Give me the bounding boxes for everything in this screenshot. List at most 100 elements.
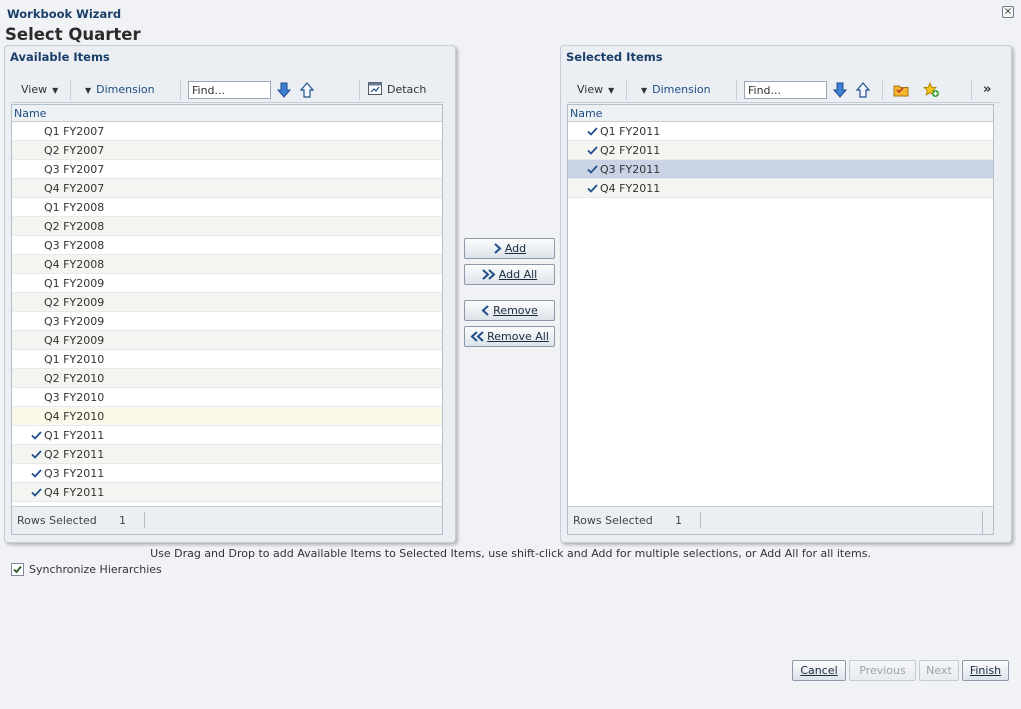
cancel-button[interactable]: Cancel — [792, 660, 846, 681]
previous-button[interactable]: Previous — [849, 660, 916, 681]
list-item[interactable]: Q1 FY2010 — [12, 350, 442, 369]
list-item[interactable]: Q1 FY2011 — [12, 426, 442, 445]
list-item-label: Q2 FY2011 — [44, 448, 105, 461]
list-item-label: Q1 FY2011 — [600, 125, 661, 138]
remove-button-label: Remove — [493, 304, 538, 317]
remove-all-button-label: Remove All — [487, 330, 549, 343]
remove-all-button[interactable]: Remove All — [464, 326, 555, 347]
toolbar-separator — [971, 80, 972, 100]
list-item-label: Q3 FY2009 — [44, 315, 105, 328]
selected-table-footer: Rows Selected 1 — [568, 506, 993, 534]
list-item[interactable]: Q3 FY2007 — [12, 160, 442, 179]
list-item[interactable]: Q4 FY2009 — [12, 331, 442, 350]
view-menu-label: View — [21, 83, 48, 96]
view-menu[interactable]: View ▼ — [21, 77, 58, 103]
list-item[interactable]: Q4 FY2010 — [12, 407, 442, 426]
selected-toolbar: View ▼ ▼ Dimension » — [567, 77, 999, 103]
list-item[interactable]: Q4 FY2011 — [12, 483, 442, 502]
checkmark-icon — [31, 469, 42, 478]
rows-selected-count: 1 — [675, 514, 682, 527]
dimension-menu[interactable]: ▼ Dimension — [85, 77, 155, 103]
dimension-menu[interactable]: ▼ Dimension — [641, 77, 711, 103]
list-item-label: Q3 FY2007 — [44, 163, 105, 176]
next-button[interactable]: Next — [919, 660, 959, 681]
star-add-icon[interactable] — [923, 82, 940, 98]
list-item[interactable]: Q3 FY2011 — [12, 464, 442, 483]
chevron-left-icon — [481, 305, 489, 316]
cancel-button-label: Cancel — [800, 664, 838, 677]
list-item[interactable]: Q1 FY2011 — [568, 122, 993, 141]
search-input[interactable] — [744, 81, 827, 99]
page-title: Select Quarter — [5, 25, 141, 44]
list-item-label: Q4 FY2008 — [44, 258, 105, 271]
list-item-label: Q3 FY2011 — [600, 163, 661, 176]
overflow-icon: » — [983, 82, 992, 97]
chevron-down-icon: ▼ — [85, 86, 92, 95]
list-item-label: Q1 FY2010 — [44, 353, 105, 366]
list-item[interactable]: Q4 FY2008 — [12, 255, 442, 274]
toolbar-separator — [736, 80, 737, 100]
vertical-scrollbar[interactable] — [982, 511, 994, 535]
move-down-icon[interactable] — [833, 82, 847, 98]
name-column-header[interactable]: Name — [568, 105, 993, 122]
move-up-icon[interactable] — [856, 82, 870, 98]
list-item-label: Q1 FY2009 — [44, 277, 105, 290]
next-button-label: Next — [926, 664, 952, 677]
list-item-label: Q2 FY2011 — [600, 144, 661, 157]
synchronize-hierarchies-checkbox[interactable] — [11, 563, 24, 576]
checkmark-icon — [587, 127, 598, 136]
list-item[interactable]: Q2 FY2011 — [12, 445, 442, 464]
footer-separator — [700, 512, 701, 528]
list-item[interactable]: Q2 FY2008 — [12, 217, 442, 236]
list-item[interactable]: Q3 FY2008 — [12, 236, 442, 255]
folder-icon[interactable] — [893, 83, 909, 97]
close-button[interactable]: × — [1002, 6, 1014, 18]
move-down-icon[interactable] — [277, 82, 291, 98]
toolbar-overflow-button[interactable]: » — [983, 77, 991, 103]
list-item[interactable]: Q4 FY2011 — [568, 179, 993, 198]
list-item-label: Q4 FY2011 — [44, 486, 105, 499]
list-item[interactable]: Q3 FY2011 — [568, 160, 993, 179]
list-item-label: Q3 FY2011 — [44, 467, 105, 480]
list-item-label: Q2 FY2009 — [44, 296, 105, 309]
add-button-label: Add — [504, 242, 527, 255]
view-menu[interactable]: View ▼ — [577, 77, 614, 103]
instructions-text: Use Drag and Drop to add Available Items… — [150, 547, 871, 560]
list-item[interactable]: Q4 FY2007 — [12, 179, 442, 198]
add-button[interactable]: Add — [464, 238, 555, 259]
list-item[interactable]: Q3 FY2009 — [12, 312, 442, 331]
checkmark-icon — [587, 146, 598, 155]
list-item[interactable]: Q1 FY2008 — [12, 198, 442, 217]
name-column-header[interactable]: Name — [12, 105, 442, 122]
chevron-down-icon: ▼ — [608, 86, 615, 95]
list-item[interactable]: Q2 FY2011 — [568, 141, 993, 160]
move-up-icon[interactable] — [300, 82, 314, 98]
detach-button[interactable]: Detach — [368, 77, 426, 103]
list-item[interactable]: Q2 FY2010 — [12, 369, 442, 388]
list-item-label: Q1 FY2007 — [44, 125, 105, 138]
toolbar-separator — [359, 80, 360, 100]
checkmark-icon — [31, 431, 42, 440]
rows-selected-label: Rows Selected — [573, 514, 653, 527]
add-all-button-label: Add All — [498, 268, 538, 281]
footer-separator — [144, 512, 145, 528]
selected-items-header: Selected Items — [566, 50, 663, 64]
checkmark-icon — [31, 450, 42, 459]
dimension-menu-label: Dimension — [652, 83, 711, 96]
list-item-label: Q2 FY2010 — [44, 372, 105, 385]
list-item[interactable]: Q2 FY2009 — [12, 293, 442, 312]
list-item[interactable]: Q2 FY2007 — [12, 141, 442, 160]
list-item[interactable]: Q3 FY2010 — [12, 388, 442, 407]
remove-button[interactable]: Remove — [464, 300, 555, 321]
double-chevron-left-icon — [470, 331, 484, 342]
list-item[interactable]: Q1 FY2007 — [12, 122, 442, 141]
checkmark-icon — [31, 488, 42, 497]
chevron-down-icon: ▼ — [641, 86, 648, 95]
window-title: Workbook Wizard — [7, 7, 122, 21]
toolbar-separator — [70, 80, 71, 100]
list-item[interactable]: Q1 FY2009 — [12, 274, 442, 293]
add-all-button[interactable]: Add All — [464, 264, 555, 285]
finish-button[interactable]: Finish — [962, 660, 1009, 681]
list-item-label: Q1 FY2008 — [44, 201, 105, 214]
search-input[interactable] — [188, 81, 271, 99]
